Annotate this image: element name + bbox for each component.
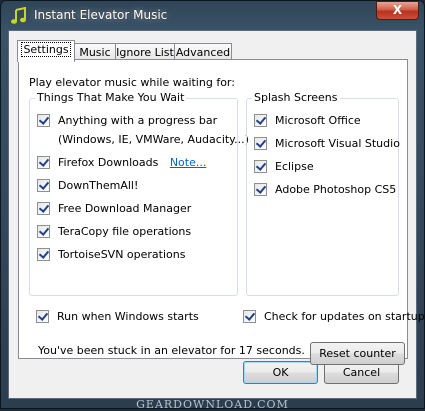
reset-counter-label: Reset counter bbox=[319, 347, 396, 360]
close-icon: X bbox=[392, 3, 403, 17]
stuck-counter-text: You've been stuck in an elevator for 17 … bbox=[38, 344, 305, 357]
splash-group-title: Splash Screens bbox=[252, 91, 340, 104]
firefox-note-link[interactable]: Note... bbox=[170, 156, 207, 169]
progress-bar-note: (Windows, IE, VMWare, Audacity...) bbox=[58, 133, 249, 146]
checkbox-label: Check for updates on startup bbox=[264, 310, 425, 323]
ok-label: OK bbox=[272, 366, 289, 379]
checkbox-label: Firefox Downloads bbox=[58, 156, 159, 169]
close-button[interactable]: X bbox=[376, 1, 419, 20]
checkbox-label: Run when Windows starts bbox=[57, 310, 199, 323]
checkbox-label: Microsoft Office bbox=[275, 114, 361, 127]
checkbox-label: TortoiseSVN operations bbox=[58, 248, 186, 261]
checkbox-box[interactable] bbox=[254, 114, 267, 127]
checkbox-teracopy[interactable]: TeraCopy file operations bbox=[37, 225, 191, 241]
things-group-title: Things That Make You Wait bbox=[35, 91, 187, 104]
checkbox-box[interactable] bbox=[37, 179, 50, 192]
intro-label: Play elevator music while waiting for: bbox=[29, 76, 235, 89]
checkbox-photoshop[interactable]: Adobe Photoshop CS5 bbox=[254, 183, 396, 199]
ok-button[interactable]: OK bbox=[243, 361, 318, 384]
checkbox-box[interactable] bbox=[37, 248, 50, 261]
app-window: Instant Elevator Music X Settings Music … bbox=[0, 0, 425, 411]
cancel-label: Cancel bbox=[342, 366, 381, 379]
checkbox-box[interactable] bbox=[36, 310, 49, 323]
checkbox-check-updates[interactable]: Check for updates on startup bbox=[243, 310, 425, 326]
dialog-body: Settings Music Ignore List Advanced Play… bbox=[8, 30, 425, 399]
checkbox-label: Anything with a progress bar bbox=[58, 114, 218, 127]
checkbox-eclipse[interactable]: Eclipse bbox=[254, 160, 314, 176]
checkbox-box[interactable] bbox=[254, 137, 267, 150]
checkbox-box[interactable] bbox=[254, 160, 267, 173]
checkbox-label: Free Download Manager bbox=[58, 202, 192, 215]
checkbox-tortoisesvn[interactable]: TortoiseSVN operations bbox=[37, 248, 185, 264]
checkbox-box[interactable] bbox=[37, 225, 50, 238]
tab-ignore-list-label: Ignore List bbox=[116, 46, 174, 59]
checkbox-firefox-downloads[interactable]: Firefox Downloads Note... bbox=[37, 156, 206, 172]
tab-advanced-label: Advanced bbox=[175, 46, 231, 59]
title-bar[interactable]: Instant Elevator Music X bbox=[0, 0, 425, 30]
things-group: Things That Make You Wait Anything with … bbox=[29, 91, 249, 296]
checkbox-label: Eclipse bbox=[275, 160, 314, 173]
checkbox-label: Adobe Photoshop CS5 bbox=[275, 183, 397, 196]
checkbox-microsoft-office[interactable]: Microsoft Office bbox=[254, 114, 361, 130]
window-title: Instant Elevator Music bbox=[34, 8, 168, 22]
settings-panel: Play elevator music while waiting for: T… bbox=[18, 59, 425, 365]
music-note-icon bbox=[11, 7, 26, 24]
tab-settings-label: Settings bbox=[21, 42, 71, 57]
splash-group: Splash Screens Microsoft Office Microsof… bbox=[246, 91, 400, 296]
checkbox-box[interactable] bbox=[254, 183, 267, 196]
checkbox-label: DownThemAll! bbox=[58, 179, 139, 192]
checkbox-run-on-start[interactable]: Run when Windows starts bbox=[36, 310, 199, 326]
checkbox-box[interactable] bbox=[37, 114, 50, 127]
checkbox-progress-bar[interactable]: Anything with a progress bar bbox=[37, 114, 217, 130]
checkbox-free-download-manager[interactable]: Free Download Manager bbox=[37, 202, 191, 218]
checkbox-box[interactable] bbox=[37, 202, 50, 215]
checkbox-visual-studio[interactable]: Microsoft Visual Studio bbox=[254, 137, 400, 153]
checkbox-box[interactable] bbox=[243, 310, 256, 323]
tab-settings[interactable]: Settings bbox=[17, 40, 75, 62]
checkbox-box[interactable] bbox=[37, 156, 50, 169]
reset-counter-button[interactable]: Reset counter bbox=[310, 342, 405, 365]
checkbox-label: TeraCopy file operations bbox=[58, 225, 192, 238]
tab-music-label: Music bbox=[79, 46, 111, 59]
checkbox-label: Microsoft Visual Studio bbox=[275, 137, 400, 150]
watermark-text: GEARDOWNLOAD.COM bbox=[136, 398, 289, 411]
checkbox-downthemall[interactable]: DownThemAll! bbox=[37, 179, 138, 195]
